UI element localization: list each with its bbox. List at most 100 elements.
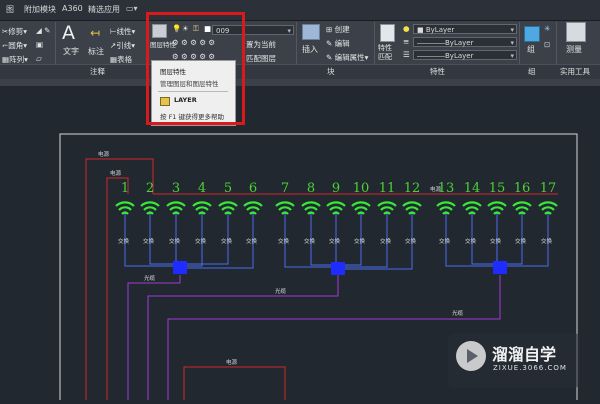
wifi-icon [275, 201, 295, 215]
switch-hub-3 [493, 261, 507, 274]
port-number: 9 [332, 181, 340, 196]
wifi-icon [192, 201, 212, 215]
make-current-button[interactable]: 置为当前 [246, 39, 276, 50]
lineweight-dropdown[interactable]: ――――ByLayer [413, 50, 517, 61]
highlight-box [146, 12, 245, 125]
port-number: 5 [224, 181, 232, 196]
play-logo-icon [456, 341, 486, 371]
switch-hub-1 [173, 261, 187, 274]
fiber-label: 交换 [439, 237, 451, 245]
port-number: 1 [121, 181, 129, 196]
group-edit-icon[interactable]: ⊡ [544, 40, 550, 49]
wifi-icon [140, 201, 160, 215]
dimension-icon[interactable]: ↤ [90, 26, 100, 40]
port-number: 15 [489, 181, 506, 196]
modify-tool-2[interactable]: ▣ [36, 40, 43, 49]
wifi-icon [402, 201, 422, 215]
trim-button[interactable]: ✂修剪▾ [2, 26, 27, 37]
match-properties-icon[interactable] [380, 24, 395, 42]
tab-a360[interactable]: A360 [62, 4, 83, 13]
fillet-label: 圆角 [8, 41, 24, 50]
linear-button[interactable]: ⊢线性▾ [110, 26, 135, 37]
match-properties-button[interactable]: 特性匹配 [378, 44, 398, 62]
wifi-icon [326, 201, 346, 215]
color-value: ByLayer [425, 26, 455, 34]
color-dropdown[interactable]: ■ ByLayer [413, 24, 517, 35]
power-label: 电源 [98, 150, 110, 158]
ribbon: 图 附加模块 A360 精选应用 ▭▾ ✂修剪▾ ⌐圆角▾ ▦阵列▾ ◢ ✎ ▣… [0, 0, 600, 86]
fiber-label: 交换 [490, 237, 502, 245]
insert-block-icon[interactable] [302, 24, 320, 40]
modify-tool-3[interactable]: ▱ [36, 54, 42, 63]
fiber-label: 交换 [221, 237, 233, 245]
block-panel-title[interactable]: 块 [327, 66, 335, 77]
group-tools-icon[interactable]: ✳ [544, 24, 550, 33]
modify-tool-1[interactable]: ◢ ✎ [36, 26, 50, 35]
text-button[interactable]: 文字 [63, 46, 79, 57]
tab-featured-apps[interactable]: 精选应用 [88, 4, 120, 15]
port-number: 10 [353, 181, 370, 196]
annotation-panel-title[interactable]: 注释 [90, 66, 105, 77]
color-icon[interactable]: ● [403, 24, 410, 33]
utilities-panel-title[interactable]: 实用工具 [560, 66, 590, 77]
lineweight-value: ByLayer [445, 52, 474, 60]
fiber-label: 交换 [169, 237, 181, 245]
leader-button[interactable]: ↗引线▾ [110, 40, 135, 51]
fiber-label: 交换 [304, 237, 316, 245]
tab-addins[interactable]: 附加模块 [24, 4, 56, 15]
match-layer-button[interactable]: 匹配图层 [246, 53, 276, 64]
wifi-icon [243, 201, 263, 215]
port-number: 11 [379, 181, 396, 196]
watermark-url: ZIXUE.3066.COM [493, 364, 567, 372]
measure-icon[interactable] [566, 22, 586, 42]
optic-label: 光缆 [275, 287, 287, 295]
wifi-icon [218, 201, 238, 215]
leader-label: 引线 [116, 41, 132, 50]
edit-attributes-button[interactable]: ✎ 编辑属性▾ [326, 52, 368, 63]
watermark-title: 溜溜自学 [492, 345, 557, 364]
linetype-icon[interactable]: ≡ [403, 37, 409, 46]
fiber-label: 交换 [405, 237, 417, 245]
tab-more-icon[interactable]: ▭▾ [126, 4, 138, 13]
text-icon[interactable]: A [62, 22, 75, 44]
insert-button[interactable]: 插入 [302, 44, 318, 55]
optic-label: 光缆 [452, 309, 464, 317]
port-number: 4 [198, 181, 206, 196]
wifi-icon [377, 201, 397, 215]
trim-label: 修剪 [8, 27, 24, 36]
edit-block-button[interactable]: ✎ 编辑 [326, 38, 350, 49]
fiber-label: 交换 [515, 237, 527, 245]
group-panel-title[interactable]: 组 [528, 66, 536, 77]
measure-button[interactable]: 测量 [566, 44, 582, 55]
wifi-icon [512, 201, 532, 215]
fillet-button[interactable]: ⌐圆角▾ [2, 40, 27, 51]
properties-panel-title[interactable]: 特性 [430, 66, 445, 77]
fiber-label: 交换 [278, 237, 290, 245]
fiber-label: 交换 [541, 237, 553, 245]
switch-hub-2 [331, 262, 345, 275]
group-icon[interactable] [524, 26, 540, 42]
port-number: 7 [281, 181, 289, 196]
tab-view[interactable]: 图 [6, 4, 14, 15]
dimension-button[interactable]: 标注 [88, 46, 104, 57]
wifi-icon [487, 201, 507, 215]
wifi-icon [538, 201, 558, 215]
fiber-label: 交换 [246, 237, 258, 245]
optic-label: 光缆 [144, 274, 156, 282]
port-number: 14 [464, 181, 481, 196]
fiber-label: 交换 [354, 237, 366, 245]
ribbon-tabs: 图 附加模块 A360 精选应用 ▭▾ [0, 0, 600, 21]
lineweight-icon[interactable]: ☰ [403, 50, 410, 59]
linetype-dropdown[interactable]: ――――ByLayer [413, 37, 517, 48]
wifi-icon [436, 201, 456, 215]
fiber-label: 交换 [118, 237, 130, 245]
wifi-icon [166, 201, 186, 215]
create-block-label: 创建 [334, 25, 350, 34]
fiber-label: 交换 [380, 237, 392, 245]
wifi-icon [462, 201, 482, 215]
group-button[interactable]: 组 [527, 44, 535, 55]
create-block-button[interactable]: ⊞ 创建 [326, 24, 350, 35]
port-number: 6 [249, 181, 257, 196]
watermark: 溜溜自学 ZIXUE.3066.COM [448, 333, 580, 388]
wifi-icon [351, 201, 371, 215]
